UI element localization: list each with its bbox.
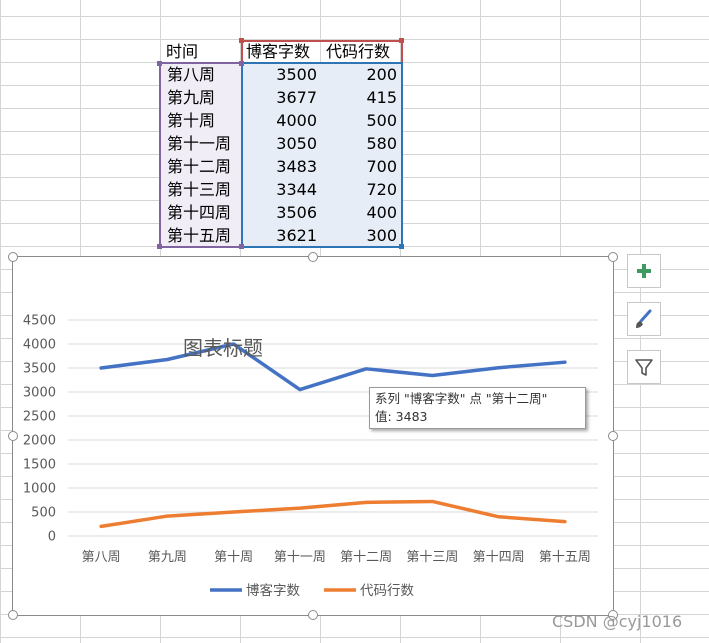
resize-handle-top-left[interactable] (8, 252, 18, 262)
y-tick-label: 3000 (23, 386, 56, 401)
filter-icon (635, 359, 653, 376)
y-tick-label: 1500 (23, 458, 56, 473)
code-lines-cell[interactable]: 400 (321, 201, 401, 224)
blog-words-cell[interactable]: 3677 (241, 86, 321, 109)
y-tick-label: 0 (48, 530, 56, 545)
x-tick-label: 第十五周 (539, 550, 591, 565)
brush-icon (636, 309, 652, 328)
range-handle[interactable] (399, 244, 404, 249)
resize-handle-bottom-left[interactable] (8, 610, 18, 620)
blog-words-cell[interactable]: 3621 (241, 224, 321, 247)
data-point[interactable] (562, 519, 568, 525)
header-cell-blog-words[interactable]: 博客字数 (241, 40, 321, 63)
resize-handle-left[interactable] (8, 431, 18, 441)
code-lines-cell[interactable]: 720 (321, 178, 401, 201)
data-point[interactable] (429, 498, 435, 504)
y-tick-label: 4500 (23, 314, 56, 329)
tooltip-series-point: 系列 "博客字数" 点 "第十二周" (375, 391, 548, 406)
range-handle[interactable] (399, 38, 404, 43)
data-point[interactable] (164, 513, 170, 519)
row-label-cell[interactable]: 第十周 (161, 109, 241, 132)
code-lines-cell[interactable]: 200 (321, 63, 401, 86)
row-label-cell[interactable]: 第十二周 (161, 155, 241, 178)
x-tick-label: 第十周 (214, 550, 253, 565)
range-handle[interactable] (239, 244, 244, 249)
range-handle[interactable] (157, 244, 162, 249)
x-tick-label: 第九周 (148, 550, 187, 565)
row-label-cell[interactable]: 第十五周 (161, 224, 241, 247)
row-label-cell[interactable]: 第八周 (161, 63, 241, 86)
x-tick-label: 第十一周 (274, 550, 326, 565)
y-tick-label: 2500 (23, 410, 56, 425)
row-label-cell[interactable]: 第十三周 (161, 178, 241, 201)
tooltip-value: 值: 3483 (375, 409, 428, 424)
header-cell-time[interactable]: 时间 (161, 40, 241, 63)
x-tick-label: 第十三周 (406, 550, 458, 565)
data-point[interactable] (297, 387, 303, 393)
legend-label: 代码行数 (360, 583, 414, 599)
resize-handle-bottom[interactable] (308, 610, 318, 620)
series-line[interactable] (99, 342, 567, 392)
x-tick-label: 第十二周 (340, 550, 392, 565)
y-tick-label: 500 (31, 506, 56, 521)
watermark: CSDN @cyj1016 (552, 612, 683, 631)
data-point[interactable] (363, 499, 369, 505)
range-handle[interactable] (239, 38, 244, 43)
add-icon (637, 264, 651, 278)
code-lines-cell[interactable]: 580 (321, 132, 401, 155)
blog-words-cell[interactable]: 4000 (241, 109, 321, 132)
data-point-tooltip: 系列 "博客字数" 点 "第十二周" 值: 3483 (369, 387, 586, 429)
data-point[interactable] (363, 366, 369, 372)
series-line[interactable] (99, 499, 567, 529)
chart-filters-button[interactable] (627, 350, 661, 384)
data-point[interactable] (496, 365, 502, 371)
data-point[interactable] (429, 372, 435, 378)
x-tick-label: 第十四周 (473, 550, 525, 565)
code-lines-cell[interactable]: 300 (321, 224, 401, 247)
data-point[interactable] (297, 505, 303, 511)
data-point[interactable] (98, 523, 104, 529)
x-tick-label: 第八周 (82, 550, 121, 565)
code-lines-cell[interactable]: 415 (321, 86, 401, 109)
data-point[interactable] (496, 514, 502, 520)
y-tick-label: 2000 (23, 434, 56, 449)
resize-handle-top[interactable] (308, 252, 318, 262)
blog-words-cell[interactable]: 3050 (241, 132, 321, 155)
range-handle[interactable] (239, 61, 244, 66)
row-label-cell[interactable]: 第十四周 (161, 201, 241, 224)
code-lines-cell[interactable]: 700 (321, 155, 401, 178)
chart-styles-button[interactable] (627, 302, 661, 336)
data-point[interactable] (562, 359, 568, 365)
line-chart[interactable]: 0 500 1000 1500 2000 2500 3000 3500 4000 4500 第八周 第… (13, 257, 613, 615)
legend-label: 博客字数 (246, 582, 300, 599)
blog-words-cell[interactable]: 3500 (241, 63, 321, 86)
data-point[interactable] (98, 365, 104, 371)
resize-handle-right[interactable] (608, 431, 618, 441)
blog-words-cell[interactable]: 3483 (241, 155, 321, 178)
data-point[interactable] (164, 357, 170, 363)
y-tick-label: 4000 (23, 338, 56, 353)
code-lines-cell[interactable]: 500 (321, 109, 401, 132)
data-point[interactable] (231, 509, 237, 515)
row-label-cell[interactable]: 第十一周 (161, 132, 241, 155)
resize-handle-top-right[interactable] (608, 252, 618, 262)
header-cell-code-lines[interactable]: 代码行数 (321, 40, 401, 63)
blog-words-cell[interactable]: 3506 (241, 201, 321, 224)
chart-area[interactable]: 0 500 1000 1500 2000 2500 3000 3500 4000 4500 第八周 第… (12, 256, 614, 616)
y-tick-label: 1000 (23, 482, 56, 497)
y-tick-label: 3500 (23, 362, 56, 377)
chart-title[interactable]: 图表标题 (183, 332, 263, 361)
row-label-cell[interactable]: 第九周 (161, 86, 241, 109)
blog-words-cell[interactable]: 3344 (241, 178, 321, 201)
chart-elements-button[interactable] (627, 254, 661, 288)
range-handle[interactable] (157, 61, 162, 66)
